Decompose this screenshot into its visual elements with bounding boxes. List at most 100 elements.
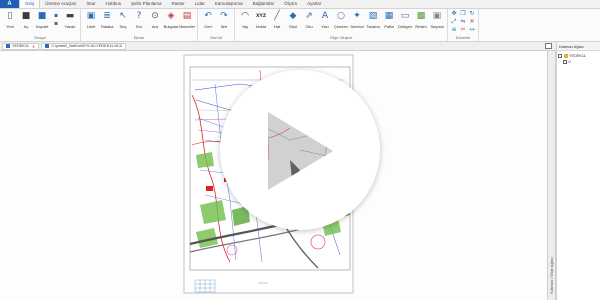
bulgular-button[interactable]: ◈ Bulgular <box>163 11 179 29</box>
tab-ayarlar[interactable]: Ayarlar <box>302 0 326 8</box>
mirror-icon[interactable]: ⇋ <box>459 18 467 25</box>
ribbon-buttons: ▣ Limit ≣ Tabaka ↖ Seç? Sor ⊙ Ara ◈ Bulgular ▤ Nesne… <box>83 9 195 29</box>
hat-button[interactable]: ╱ Hat <box>269 11 285 29</box>
app-menu-button[interactable]: A <box>0 0 19 8</box>
ribbon-buttons: ↶ Geri ↷ İleri <box>200 9 232 29</box>
ribbon-button-label: Yazdır <box>64 24 76 29</box>
small-tool-stack: ▪ ▪ <box>50 11 62 27</box>
extend-icon[interactable]: ↦ <box>468 26 476 33</box>
panel-title: Katman Ağacı <box>557 42 600 51</box>
visibility-checkbox[interactable] <box>558 54 562 58</box>
trim-icon[interactable]: ✂ <box>459 26 467 33</box>
ribbon-button-label: Geri <box>204 24 212 29</box>
symbol-icon: ✦ <box>353 11 361 21</box>
query-icon: ? <box>136 11 142 21</box>
limit-button[interactable]: ▣ Limit <box>83 11 99 29</box>
document-tab-bar: YEDEK11 ✕ C:\yedek\_NetKurt\EYLÜL\YEDEK11.… <box>0 42 556 51</box>
document-tab-label: C:\yedek\_NetKurt\EYLÜL\YEDEK11.NCZ <box>51 44 123 48</box>
arrow-icon: ⇗ <box>305 11 313 21</box>
scale-icon[interactable]: ⤢ <box>450 18 458 25</box>
oku-button[interactable]: ⇗ Oku <box>301 11 317 29</box>
ribbon-button-label: Bulgular <box>163 24 179 29</box>
export-icon[interactable]: ▪ <box>52 20 60 27</box>
ribbon-button-label: Limit <box>86 24 96 29</box>
folder-icon <box>563 54 568 58</box>
ribbon-button-label: İleri <box>220 24 228 29</box>
tab-sehir-planlama[interactable]: Şehir Planlama <box>126 0 167 8</box>
yay-button[interactable]: ◠ Yay <box>237 11 253 29</box>
visibility-checkbox[interactable] <box>563 60 567 64</box>
offset-icon[interactable]: ≡ <box>450 26 458 33</box>
move-icon[interactable]: ✥ <box>450 10 458 17</box>
tabaka-button[interactable]: ≣ Tabaka <box>99 11 115 29</box>
sec-button[interactable]: ↖ Seç <box>115 11 131 29</box>
side-tab-strip[interactable]: Katman / Obje Ağacı <box>547 51 556 300</box>
tab-olcum[interactable]: Ölçüm <box>279 0 302 8</box>
image-icon: ▩ <box>416 11 426 21</box>
ribbon-group-geri-al: ↶ Geri ↷ İleri Geri Al <box>198 9 235 41</box>
olcu-button[interactable]: ◆ Ölçü <box>285 11 301 29</box>
kaydet-button[interactable]: ■ Kaydet <box>34 11 50 29</box>
tab-lidar[interactable]: Lidar <box>190 0 210 8</box>
ribbon-button-label: Yeni <box>6 24 14 29</box>
document-path-tab[interactable]: C:\yedek\_NetKurt\EYLÜL\YEDEK11.NCZ <box>41 42 127 50</box>
tab-imar[interactable]: İmar <box>82 0 101 8</box>
objects-icon: ▤ <box>182 11 192 21</box>
ac-button[interactable]: ■ Aç <box>18 11 34 29</box>
document-icon <box>45 44 50 48</box>
nokta-button[interactable]: XYZ Nokta <box>253 11 269 29</box>
sembol-button[interactable]: ✦ Sembol <box>349 11 365 29</box>
copy-icon[interactable]: ❐ <box>459 10 467 17</box>
arc-icon: ◠ <box>241 11 249 21</box>
ara-button[interactable]: ⊙ Ara <box>147 11 163 29</box>
yazdir-button[interactable]: ▬ Yazdır <box>62 11 78 29</box>
yazi-button[interactable]: A Yazı <box>317 11 333 29</box>
cember-button[interactable]: ○ Çember <box>333 11 349 29</box>
tab-raster[interactable]: Raster <box>167 0 190 8</box>
tab-giris[interactable]: Giriş <box>19 0 41 8</box>
save-as-icon[interactable]: ▪ <box>52 12 60 19</box>
tab-baglantilar[interactable]: Bağlantılar <box>248 0 280 8</box>
tab-uretme-araclari[interactable]: Üretme Araçları <box>40 0 81 8</box>
tarama-button[interactable]: ▨ Tarama <box>365 11 381 29</box>
ribbon-tab-bar: A Giriş Üretme Araçları İmar Hobbus Şehir Pl… <box>0 0 600 8</box>
side-tab-label[interactable]: Katman / Obje Ağacı <box>549 257 554 294</box>
ribbon-button-label: Sembol <box>350 24 364 29</box>
text-icon: A <box>321 11 329 21</box>
rotate-icon[interactable]: ↻ <box>468 10 476 17</box>
document-tab[interactable]: YEDEK11 ✕ <box>2 42 40 50</box>
dortgen-button[interactable]: ▭ Dörtgen <box>397 11 413 29</box>
ribbon-group-label: Geri Al <box>209 35 222 40</box>
rectangle-icon: ▭ <box>400 11 410 21</box>
tab-kamulastirma[interactable]: Kamulaştırma <box>210 0 248 8</box>
ribbon-group-duzenle: ✥ ❐ ↻ ⤢ ⇋ ✕ ≡ ✂ ↦ Düzenle <box>448 9 479 41</box>
search-icon: ⊙ <box>151 11 159 21</box>
ribbon-button-label: Yay <box>241 24 249 29</box>
erase-icon[interactable]: ✕ <box>468 18 476 25</box>
ribbon-group-label: Obje Oluştur <box>329 35 353 40</box>
tab-hobbus[interactable]: Hobbus <box>101 0 127 8</box>
resim-button[interactable]: ▩ Resim <box>413 11 429 29</box>
ribbon-button-label: Kaydet <box>35 24 49 29</box>
sheet-icon: ▦ <box>384 11 394 21</box>
new-file-icon: ▯ <box>7 11 13 21</box>
ribbon-button-label: Seç <box>119 24 127 29</box>
ileri-button[interactable]: ↷ İleri <box>216 11 232 29</box>
yeni-button[interactable]: ▯ Yeni <box>2 11 18 29</box>
sor-button[interactable]: ? Sor <box>131 11 147 29</box>
save-icon: ■ <box>37 11 47 21</box>
ribbon-group-obje-olustur: ◠ Yay XYZ Nokta ╱ Hat ◆ Ölçü ⇗ Oku A Yazı ○ Çember ✦ Se… <box>235 9 448 41</box>
layers-icon: ≣ <box>103 11 111 21</box>
layer-tree-panel: Katman Ağacı YEDEK11 0 <box>556 42 600 300</box>
ribbon-button-label: Nesneler <box>179 24 196 29</box>
close-icon[interactable]: ✕ <box>32 44 35 49</box>
ribbon-button-label: Sor <box>135 24 143 29</box>
tree-item[interactable]: 0 <box>558 59 599 65</box>
geri-button[interactable]: ↶ Geri <box>200 11 216 29</box>
ribbon-group-label: Ekran <box>133 35 145 40</box>
nesneler-button[interactable]: ▤ Nesneler <box>179 11 195 29</box>
sayisal-button[interactable]: ▣ Sayısal <box>429 11 445 29</box>
measure-icon: ◆ <box>289 11 297 21</box>
float-window-icon[interactable] <box>545 43 552 49</box>
pafta-button[interactable]: ▦ Pafta <box>381 11 397 29</box>
